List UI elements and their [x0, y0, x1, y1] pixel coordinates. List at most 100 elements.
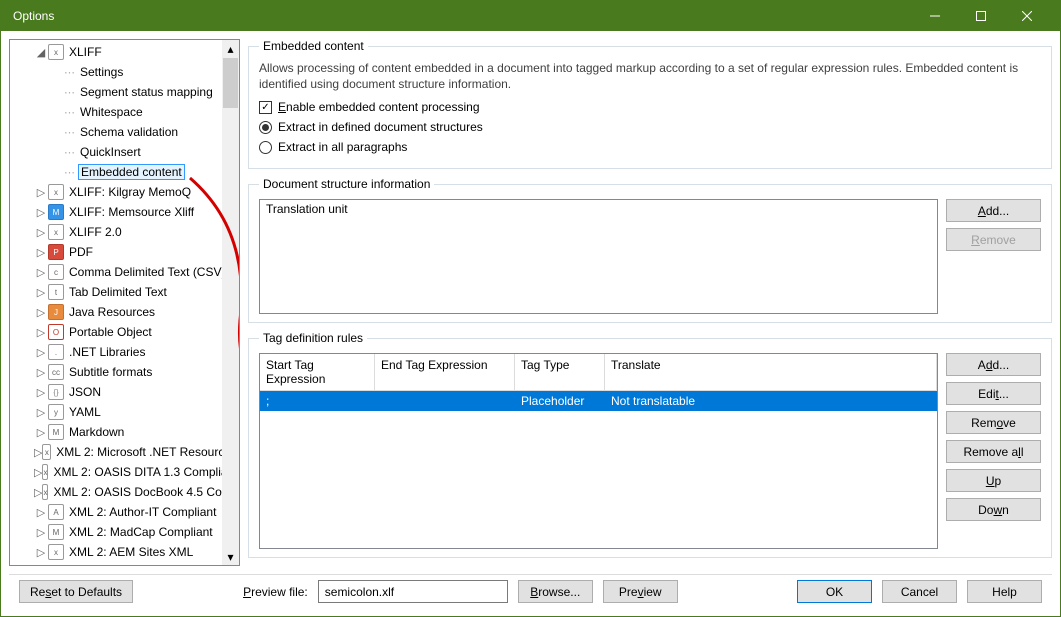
tree-node[interactable]: Comma Delimited Text (CSV): [67, 265, 227, 279]
tree-node[interactable]: JSON: [67, 385, 103, 399]
cancel-button[interactable]: Cancel: [882, 580, 957, 603]
col-translate[interactable]: Translate: [605, 354, 937, 390]
tree-node[interactable]: XLIFF: Kilgray MemoQ: [67, 185, 193, 199]
expand-icon[interactable]: ▷: [34, 326, 48, 339]
file-icon: J: [48, 304, 64, 320]
tag-up-button[interactable]: Up: [946, 469, 1041, 492]
tree-node[interactable]: XML 2: OASIS DocBook 4.5 Compliant: [51, 485, 240, 499]
filetype-tree[interactable]: ◢xXLIFF ⋯Settings ⋯Segment status mappin…: [9, 39, 240, 566]
expand-icon[interactable]: ▷: [34, 546, 48, 559]
tagdef-legend: Tag definition rules: [259, 331, 367, 345]
file-icon: y: [48, 404, 64, 420]
tree-node[interactable]: XLIFF: Memsource Xliff: [67, 205, 196, 219]
enable-embedded-checkbox[interactable]: ✓ Enable embedded content processing: [259, 100, 1041, 114]
embedded-legend: Embedded content: [259, 39, 368, 53]
scroll-up-icon[interactable]: ▴: [222, 40, 239, 57]
dsi-listbox[interactable]: Translation unit: [259, 199, 938, 314]
dsi-remove-button[interactable]: Remove: [946, 228, 1041, 251]
tag-remove-button[interactable]: Remove: [946, 411, 1041, 434]
tag-down-button[interactable]: Down: [946, 498, 1041, 521]
expand-icon[interactable]: ▷: [34, 486, 42, 499]
tree-node[interactable]: Java Resources: [67, 305, 157, 319]
file-icon: t: [48, 284, 64, 300]
preview-file-input[interactable]: [318, 580, 508, 603]
expand-icon[interactable]: ▷: [34, 506, 48, 519]
expand-icon[interactable]: ▷: [34, 226, 48, 239]
file-icon: c: [48, 264, 64, 280]
expand-icon[interactable]: ▷: [34, 426, 48, 439]
dsi-item[interactable]: Translation unit: [266, 202, 931, 216]
col-start-tag[interactable]: Start Tag Expression: [260, 354, 375, 390]
expand-icon[interactable]: ▷: [34, 306, 48, 319]
extract-structures-radio[interactable]: Extract in defined document structures: [259, 120, 1041, 134]
expand-icon[interactable]: ▷: [34, 446, 42, 459]
tree-node[interactable]: Markdown: [67, 425, 126, 439]
tree-node[interactable]: Portable Object: [67, 325, 154, 339]
expand-icon[interactable]: ▷: [34, 186, 48, 199]
close-button[interactable]: [1004, 1, 1050, 31]
expand-icon[interactable]: ▷: [34, 266, 48, 279]
col-end-tag[interactable]: End Tag Expression: [375, 354, 515, 390]
enable-embedded-label: Enable embedded content processing: [278, 100, 480, 114]
tree-node[interactable]: Tab Delimited Text: [67, 285, 169, 299]
dsi-add-button[interactable]: Add...: [946, 199, 1041, 222]
scroll-thumb[interactable]: [223, 58, 238, 108]
tree-node[interactable]: XML 2: MadCap Compliant: [67, 525, 215, 539]
file-icon: M: [48, 524, 64, 540]
reset-button[interactable]: Reset to Defaults: [19, 580, 133, 603]
tree-scrollbar[interactable]: ▴ ▾: [222, 40, 239, 565]
window-title: Options: [11, 9, 912, 23]
col-tag-type[interactable]: Tag Type: [515, 354, 605, 390]
extract-paragraphs-radio[interactable]: Extract in all paragraphs: [259, 140, 1041, 154]
file-icon: x: [48, 44, 64, 60]
browse-button[interactable]: Browse...: [518, 580, 593, 603]
extract-paragraphs-label: Extract in all paragraphs: [278, 140, 407, 154]
tagdef-row[interactable]: ; Placeholder Not translatable: [260, 391, 937, 411]
expand-icon[interactable]: ▷: [34, 366, 48, 379]
tag-edit-button[interactable]: Edit...: [946, 382, 1041, 405]
expand-icon[interactable]: ▷: [34, 466, 42, 479]
tree-node[interactable]: XLIFF 2.0: [67, 225, 124, 239]
tree-node[interactable]: XML 2: Author-IT Compliant: [67, 505, 218, 519]
expand-icon[interactable]: ▷: [34, 526, 48, 539]
tag-removeall-button[interactable]: Remove all: [946, 440, 1041, 463]
file-icon: x: [42, 484, 48, 500]
tree-node-xliff[interactable]: XLIFF: [67, 45, 104, 59]
tree-node[interactable]: .NET Libraries: [67, 345, 147, 359]
expand-icon[interactable]: ▷: [34, 246, 48, 259]
expand-icon[interactable]: ▷: [34, 406, 48, 419]
ok-button[interactable]: OK: [797, 580, 872, 603]
scroll-down-icon[interactable]: ▾: [222, 548, 239, 565]
expand-icon[interactable]: ▷: [34, 346, 48, 359]
tree-node-schema[interactable]: Schema validation: [78, 125, 180, 139]
minimize-button[interactable]: [912, 1, 958, 31]
tree-node-whitespace[interactable]: Whitespace: [78, 105, 145, 119]
expand-icon[interactable]: ▷: [34, 206, 48, 219]
collapse-icon[interactable]: ◢: [34, 46, 48, 59]
file-icon: O: [48, 324, 64, 340]
tree-node[interactable]: YAML: [67, 405, 103, 419]
radio-unchecked-icon: [259, 141, 272, 154]
tree-node[interactable]: XML 2: OASIS DITA 1.3 Compliant: [51, 465, 239, 479]
tree-node[interactable]: PDF: [67, 245, 95, 259]
tree-node-segment-status[interactable]: Segment status mapping: [78, 85, 215, 99]
tree-node[interactable]: XML 2: Microsoft .NET Resources: [54, 445, 239, 459]
cell-translate: Not translatable: [605, 391, 937, 411]
extract-structures-label: Extract in defined document structures: [278, 120, 483, 134]
tagdef-grid[interactable]: Start Tag Expression End Tag Expression …: [259, 353, 938, 549]
file-icon: {}: [48, 384, 64, 400]
tree-node-settings[interactable]: Settings: [78, 65, 125, 79]
file-icon: x: [42, 444, 51, 460]
tree-node[interactable]: Subtitle formats: [67, 365, 154, 379]
preview-button[interactable]: Preview: [603, 580, 678, 603]
tree-node-quickinsert[interactable]: QuickInsert: [78, 145, 143, 159]
tree-node[interactable]: XML 2: AEM Sites XML: [67, 545, 195, 559]
expand-icon[interactable]: ▷: [34, 386, 48, 399]
tag-add-button[interactable]: Add...: [946, 353, 1041, 376]
tree-node-embedded-content[interactable]: Embedded content: [78, 164, 185, 180]
dsi-legend: Document structure information: [259, 177, 434, 191]
help-button[interactable]: Help: [967, 580, 1042, 603]
maximize-button[interactable]: [958, 1, 1004, 31]
expand-icon[interactable]: ▷: [34, 286, 48, 299]
file-icon: P: [48, 244, 64, 260]
